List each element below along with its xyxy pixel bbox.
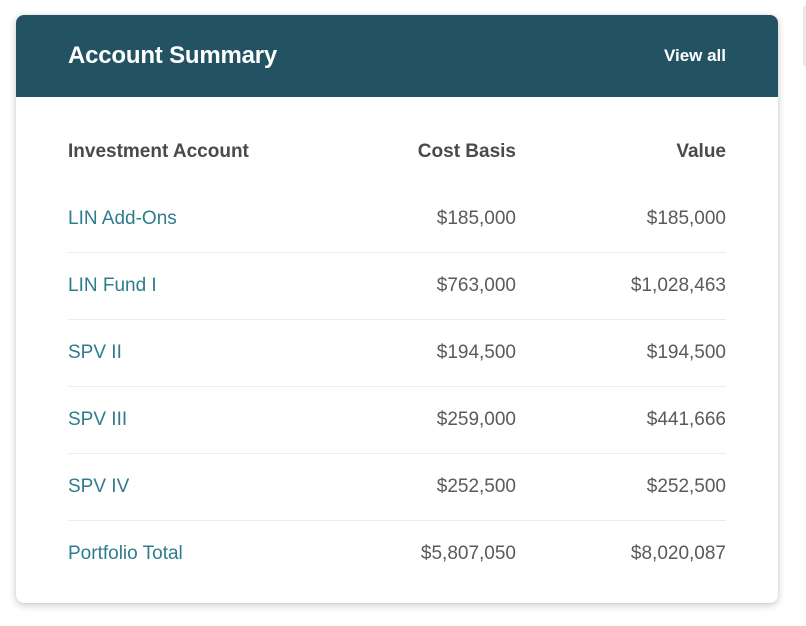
total-value-cell: $8,020,087: [630, 543, 726, 564]
value-cell: $252,500: [646, 476, 726, 497]
table-row: SPV II $194,500 $194,500: [68, 320, 726, 387]
cost-basis-cell: $252,500: [436, 476, 516, 497]
column-header-investment-account: Investment Account: [68, 141, 249, 162]
table-row: LIN Add-Ons $185,000 $185,000: [68, 186, 726, 253]
column-header-value: Value: [676, 141, 726, 162]
cost-basis-cell: $185,000: [436, 208, 516, 229]
account-link[interactable]: LIN Add-Ons: [68, 208, 346, 230]
value-cell: $194,500: [646, 342, 726, 363]
cost-basis-cell: $259,000: [436, 409, 516, 430]
account-link[interactable]: LIN Fund I: [68, 275, 346, 297]
table-header-row: Investment Account Cost Basis Value: [68, 118, 726, 186]
account-table: Investment Account Cost Basis Value LIN …: [68, 97, 726, 587]
value-cell: $185,000: [646, 208, 726, 229]
account-link[interactable]: SPV II: [68, 342, 346, 364]
view-all-link[interactable]: View all: [664, 46, 726, 66]
page: Account Summary View all Investment Acco…: [0, 0, 806, 626]
card-header: Account Summary View all: [16, 15, 778, 97]
cost-basis-cell: $763,000: [436, 275, 516, 296]
table-row: SPV IV $252,500 $252,500: [68, 454, 726, 521]
total-cost-basis-cell: $5,807,050: [420, 543, 516, 564]
value-cell: $441,666: [646, 409, 726, 430]
column-header-cost-basis: Cost Basis: [417, 141, 516, 162]
table-row: SPV III $259,000 $441,666: [68, 387, 726, 454]
cost-basis-cell: $194,500: [436, 342, 516, 363]
account-link[interactable]: SPV IV: [68, 476, 346, 498]
portfolio-total-link[interactable]: Portfolio Total: [68, 543, 346, 565]
account-link[interactable]: SPV III: [68, 409, 346, 431]
value-cell: $1,028,463: [630, 275, 726, 296]
account-summary-card: Account Summary View all Investment Acco…: [16, 15, 778, 603]
table-row: LIN Fund I $763,000 $1,028,463: [68, 253, 726, 320]
card-title: Account Summary: [68, 42, 278, 69]
portfolio-total-row: Portfolio Total $5,807,050 $8,020,087: [68, 521, 726, 587]
